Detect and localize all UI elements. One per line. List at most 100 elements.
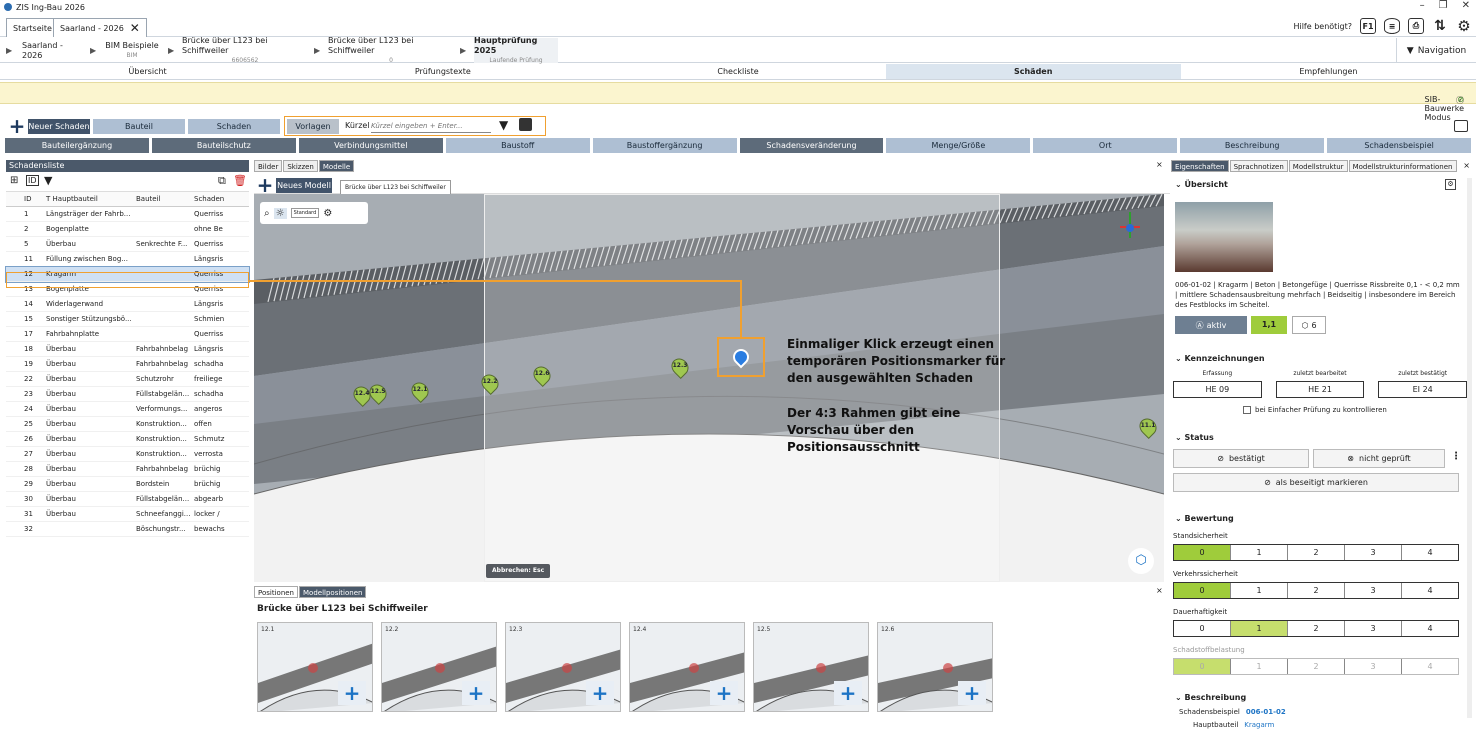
breadcrumb-item[interactable]: BIM Beispiele BIM [104,38,160,63]
table-row[interactable]: 29 Überbau Bordstein brüchig [6,477,249,492]
scale-option[interactable]: 2 [1288,545,1345,560]
table-row[interactable]: 31 Überbau Schneefanggi... locker / [6,507,249,522]
breadcrumb-item-current[interactable]: Hauptprüfung 2025 Laufende Prüfung [474,36,558,64]
axis-gizmo-icon[interactable] [1120,212,1140,252]
position-marker-icon[interactable]: 12.1 [407,378,433,404]
position-thumbnail[interactable]: 12.2 + [381,622,497,712]
scale-option[interactable]: 0 [1174,583,1231,598]
settings-icon[interactable]: ⚙ [323,208,332,219]
breadcrumb-item[interactable]: Brücke über L123 bei Schiffweiler 0 [328,36,454,64]
scale-option[interactable]: 1 [1231,545,1288,560]
table-row[interactable]: 30 Überbau Füllstabgelän... abgearb [6,492,249,507]
add-position-icon[interactable]: + [958,681,986,705]
add-position-icon[interactable]: + [462,681,490,705]
minimize-icon[interactable]: – [1420,0,1425,11]
tab-uebersicht[interactable]: Übersicht [0,64,295,79]
tab-modellpositionen[interactable]: Modellpositionen [299,586,367,598]
position-thumbnail[interactable]: 12.5 + [753,622,869,712]
category-schadensveraenderung[interactable]: Schadensveränderung [739,138,884,153]
scale-option[interactable]: 4 [1402,621,1458,636]
tab-checkliste[interactable]: Checkliste [590,64,885,79]
position-marker-icon[interactable]: 12.3 [667,354,693,380]
bestaetigt-field[interactable]: EI 24 [1378,381,1468,398]
category-baustoff[interactable]: Baustoff [445,138,590,153]
f1-icon[interactable]: F1 [1360,18,1376,34]
tab-positionen[interactable]: Positionen [254,586,298,598]
scale-option[interactable]: 1 [1231,583,1288,598]
table-row[interactable]: 25 Überbau Konstruktion... offen [6,417,249,432]
close-window-icon[interactable]: ✕ [1462,0,1470,11]
table-row[interactable]: 27 Überbau Konstruktion... verrosta [6,447,249,462]
category-baustoffergaenzung[interactable]: Baustoffergänzung [592,138,737,153]
scale-option[interactable]: 1 [1231,621,1288,636]
id-icon[interactable]: ID [26,175,39,186]
copy-icon[interactable]: ⧉ [218,174,226,188]
tab-empfehlungen[interactable]: Empfehlungen [1181,64,1476,79]
cube-view-icon[interactable]: ⬡ [1128,548,1154,574]
database-icon[interactable]: ≡ [1384,18,1400,34]
short-input[interactable] [371,119,491,133]
tab-schaeden[interactable]: Schäden [885,64,1181,79]
tab-startseite[interactable]: Startseite [6,18,59,37]
eye-icon[interactable] [1454,120,1468,132]
restore-icon[interactable]: ❐ [1439,0,1448,11]
sort-icon[interactable]: ⇅ [1432,18,1448,34]
scrollbar[interactable] [1467,178,1472,718]
models-badge[interactable]: ⬡ 6 [1292,316,1326,334]
add-column-icon[interactable]: ⊞ [10,175,18,186]
category-beschreibung[interactable]: Beschreibung [1180,138,1325,153]
tab-modelle[interactable]: Modelle [318,160,355,172]
scale-option[interactable]: 2 [1288,583,1345,598]
close-icon[interactable]: × [1463,161,1470,170]
tab-pruefungstexte[interactable]: Prüfungstexte [295,64,590,79]
add-model-icon[interactable]: + [256,173,274,197]
overview-section[interactable]: ⌄ Übersicht [1175,180,1228,189]
example-value[interactable]: 006-01-02 [1246,708,1286,716]
tab-sprachnotizen[interactable]: Sprachnotizen [1229,160,1288,172]
close-icon[interactable]: × [1156,586,1163,595]
add-position-icon[interactable]: + [710,681,738,705]
model-viewer[interactable]: ⌕ ☼ Standard ⚙ Abbrechen: Esc ⬡ 12.4 12.5… [254,194,1164,582]
tab-skizzen[interactable]: Skizzen [283,160,318,172]
add-position-icon[interactable]: + [834,681,862,705]
new-model-button[interactable]: Neues Modell [276,178,332,193]
table-row[interactable]: 1 Längsträger der Fahrb... Querriss [6,207,249,222]
model-tab[interactable]: Brücke über L123 bei Schiffweiler [340,180,451,194]
add-position-icon[interactable]: + [586,681,614,705]
scale-option[interactable]: 0 [1174,659,1231,674]
category-ort[interactable]: Ort [1033,138,1178,153]
check-checkbox[interactable] [1243,406,1251,414]
sun-icon[interactable]: ☼ [273,207,287,219]
tab-eigenschaften[interactable]: Eigenschaften [1171,160,1229,172]
scale-option[interactable]: 0 [1174,545,1231,560]
category-verbindungsmittel[interactable]: Verbindungsmittel [298,138,443,153]
scale-option[interactable]: 4 [1402,545,1458,560]
component-button[interactable]: Bauteil [93,119,185,134]
add-position-icon[interactable]: + [338,681,366,705]
col-hauptbauteil[interactable]: T Hauptbauteil [44,192,134,206]
table-row[interactable]: 14 Widerlagerwand Längsris [6,297,249,312]
scale-option[interactable]: 4 [1402,659,1458,674]
table-row[interactable]: 22 Überbau Schutzrohr freiliege [6,372,249,387]
temp-position-marker-icon[interactable] [729,345,753,369]
not-checked-button[interactable]: ⊗ nicht geprüft [1313,449,1445,468]
table-row[interactable]: 18 Überbau Fahrbahnbelag Längsris [6,342,249,357]
position-thumbnail[interactable]: 12.3 + [505,622,621,712]
position-marker-icon[interactable]: 12.5 [365,380,391,406]
scale-option[interactable]: 3 [1345,545,1402,560]
main-comp-value[interactable]: Kragarm [1244,721,1274,729]
templates-button[interactable]: Vorlagen [287,119,339,134]
status-section[interactable]: ⌄ Status [1175,433,1214,442]
tab-modellstruktur[interactable]: Modellstruktur [1288,160,1348,172]
damage-photo[interactable] [1175,202,1273,272]
table-row[interactable]: 26 Überbau Konstruktion... Schmutz [6,432,249,447]
close-icon[interactable]: × [1156,160,1163,169]
position-thumbnail[interactable]: 12.6 + [877,622,993,712]
category-menge-groesse[interactable]: Menge/Größe [886,138,1031,153]
rating-section[interactable]: ⌄ Bewertung [1175,514,1234,523]
settings-icon[interactable]: ⚙ [1445,179,1456,190]
breadcrumb-item[interactable]: Saarland - 2026 [22,38,82,63]
table-row[interactable]: 23 Überbau Füllstabgelän... schadha [6,387,249,402]
table-row[interactable]: 28 Überbau Fahrbahnbelag brüchig [6,462,249,477]
bearbeitet-field[interactable]: HE 21 [1275,381,1365,398]
